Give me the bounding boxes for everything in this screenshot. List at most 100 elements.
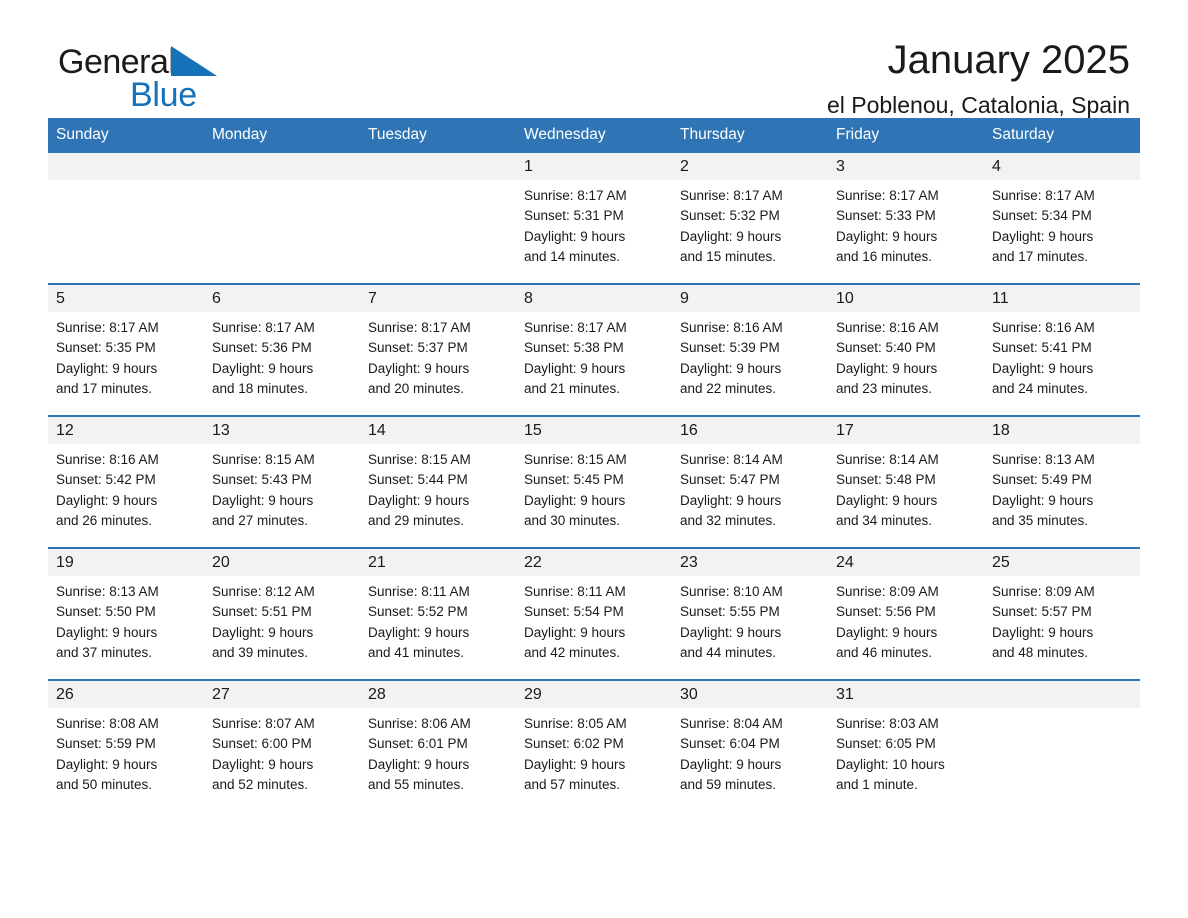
sunrise-text: Sunrise: 8:06 AM xyxy=(368,716,471,731)
day-cell-11[interactable]: 11 Sunrise: 8:16 AM Sunset: 5:41 PM Dayligh… xyxy=(984,283,1140,416)
calendar-week-row: 19 Sunrise: 8:13 AM Sunset: 5:50 PM Dayligh… xyxy=(48,547,1140,680)
sunset-text: Sunset: 5:40 PM xyxy=(836,340,936,356)
day-details: Sunrise: 8:11 AM Sunset: 5:52 PM Daylight:… xyxy=(360,576,516,663)
sunrise-text: Sunrise: 8:10 AM xyxy=(680,584,783,599)
sunset-text: Sunset: 5:57 PM xyxy=(992,604,1092,620)
day-cell-12[interactable]: 12 Sunrise: 8:16 AM Sunset: 5:42 PM Dayligh… xyxy=(48,415,204,548)
day-cell-13[interactable]: 13 Sunrise: 8:15 AM Sunset: 5:43 PM Dayligh… xyxy=(204,415,360,548)
daylight-text-line2: and 27 minutes. xyxy=(212,512,309,528)
day-cell-15[interactable]: 15 Sunrise: 8:15 AM Sunset: 5:45 PM Dayligh… xyxy=(516,415,672,548)
day-details: Sunrise: 8:17 AM Sunset: 5:33 PM Daylight:… xyxy=(828,180,984,267)
daylight-text-line1: Daylight: 9 hours xyxy=(836,228,938,244)
day-cell-26[interactable]: 26 Sunrise: 8:08 AM Sunset: 5:59 PM Dayligh… xyxy=(48,679,204,811)
sunrise-text: Sunrise: 8:03 AM xyxy=(836,716,939,731)
daylight-text-line2: and 50 minutes. xyxy=(56,776,153,792)
daylight-text-line2: and 32 minutes. xyxy=(680,512,777,528)
daylight-text-line1: Daylight: 9 hours xyxy=(680,624,782,640)
day-cell-9[interactable]: 9 Sunrise: 8:16 AM Sunset: 5:39 PM Daylight… xyxy=(672,283,828,416)
day-cell-19[interactable]: 19 Sunrise: 8:13 AM Sunset: 5:50 PM Dayligh… xyxy=(48,547,204,680)
daylight-text-line2: and 20 minutes. xyxy=(368,380,465,396)
day-cell-25[interactable]: 25 Sunrise: 8:09 AM Sunset: 5:57 PM Dayligh… xyxy=(984,547,1140,680)
sunset-text: Sunset: 5:37 PM xyxy=(368,340,468,356)
day-cell-empty xyxy=(48,153,204,284)
daylight-text-line1: Daylight: 9 hours xyxy=(524,228,626,244)
daylight-text-line1: Daylight: 9 hours xyxy=(680,492,782,508)
day-number: 10 xyxy=(828,285,984,312)
day-cell-10[interactable]: 10 Sunrise: 8:16 AM Sunset: 5:40 PM Dayligh… xyxy=(828,283,984,416)
daylight-text-line1: Daylight: 9 hours xyxy=(56,756,158,772)
day-cell-27[interactable]: 27 Sunrise: 8:07 AM Sunset: 6:00 PM Dayligh… xyxy=(204,679,360,811)
day-number: 4 xyxy=(984,153,1140,180)
day-number: 11 xyxy=(984,285,1140,312)
day-details: Sunrise: 8:16 AM Sunset: 5:42 PM Daylight:… xyxy=(48,444,204,531)
day-cell-16[interactable]: 16 Sunrise: 8:14 AM Sunset: 5:47 PM Dayligh… xyxy=(672,415,828,548)
sunrise-text: Sunrise: 8:11 AM xyxy=(368,584,470,599)
day-details: Sunrise: 8:17 AM Sunset: 5:31 PM Daylight:… xyxy=(516,180,672,267)
sunset-text: Sunset: 6:05 PM xyxy=(836,736,936,752)
sunset-text: Sunset: 5:59 PM xyxy=(56,736,156,752)
sunrise-text: Sunrise: 8:15 AM xyxy=(368,452,471,467)
day-cell-empty xyxy=(204,153,360,284)
daylight-text-line1: Daylight: 9 hours xyxy=(992,492,1094,508)
day-cell-4[interactable]: 4 Sunrise: 8:17 AM Sunset: 5:34 PM Daylight… xyxy=(984,153,1140,284)
day-details: Sunrise: 8:16 AM Sunset: 5:40 PM Daylight:… xyxy=(828,312,984,399)
triangle-icon xyxy=(171,46,218,81)
daylight-text-line2: and 59 minutes. xyxy=(680,776,777,792)
daylight-text-line1: Daylight: 9 hours xyxy=(56,492,158,508)
day-cell-empty xyxy=(360,153,516,284)
day-cell-18[interactable]: 18 Sunrise: 8:13 AM Sunset: 5:49 PM Dayligh… xyxy=(984,415,1140,548)
sunset-text: Sunset: 5:44 PM xyxy=(368,472,468,488)
day-cell-17[interactable]: 17 Sunrise: 8:14 AM Sunset: 5:48 PM Dayligh… xyxy=(828,415,984,548)
title-block: January 2025 el Poblenou, Catalonia, Spa… xyxy=(827,36,1130,120)
day-number: 19 xyxy=(48,549,204,576)
sunrise-text: Sunrise: 8:16 AM xyxy=(992,320,1095,335)
sunrise-text: Sunrise: 8:16 AM xyxy=(836,320,939,335)
day-details: Sunrise: 8:03 AM Sunset: 6:05 PM Daylight:… xyxy=(828,708,984,795)
brand-logo[interactable]: General Blue xyxy=(58,42,388,120)
sunset-text: Sunset: 5:48 PM xyxy=(836,472,936,488)
daylight-text-line2: and 29 minutes. xyxy=(368,512,465,528)
daylight-text-line1: Daylight: 9 hours xyxy=(836,492,938,508)
daylight-text-line2: and 17 minutes. xyxy=(992,248,1089,264)
sunset-text: Sunset: 6:02 PM xyxy=(524,736,624,752)
day-cell-20[interactable]: 20 Sunrise: 8:12 AM Sunset: 5:51 PM Dayligh… xyxy=(204,547,360,680)
day-cell-7[interactable]: 7 Sunrise: 8:17 AM Sunset: 5:37 PM Daylight… xyxy=(360,283,516,416)
sunset-text: Sunset: 5:36 PM xyxy=(212,340,312,356)
day-details: Sunrise: 8:15 AM Sunset: 5:45 PM Daylight:… xyxy=(516,444,672,531)
day-cell-2[interactable]: 2 Sunrise: 8:17 AM Sunset: 5:32 PM Daylight… xyxy=(672,153,828,284)
day-cell-22[interactable]: 22 Sunrise: 8:11 AM Sunset: 5:54 PM Dayligh… xyxy=(516,547,672,680)
page-header: General Blue January 2025 el Poblenou, C… xyxy=(48,0,1140,118)
daylight-text-line1: Daylight: 9 hours xyxy=(212,624,314,640)
day-cell-31[interactable]: 31 Sunrise: 8:03 AM Sunset: 6:05 PM Dayligh… xyxy=(828,679,984,811)
day-cell-8[interactable]: 8 Sunrise: 8:17 AM Sunset: 5:38 PM Daylight… xyxy=(516,283,672,416)
day-cell-24[interactable]: 24 Sunrise: 8:09 AM Sunset: 5:56 PM Dayligh… xyxy=(828,547,984,680)
day-cell-30[interactable]: 30 Sunrise: 8:04 AM Sunset: 6:04 PM Dayligh… xyxy=(672,679,828,811)
day-cell-23[interactable]: 23 Sunrise: 8:10 AM Sunset: 5:55 PM Dayligh… xyxy=(672,547,828,680)
daylight-text-line2: and 1 minute. xyxy=(836,776,918,792)
day-number: 5 xyxy=(48,285,204,312)
day-cell-5[interactable]: 5 Sunrise: 8:17 AM Sunset: 5:35 PM Daylight… xyxy=(48,283,204,416)
day-details: Sunrise: 8:13 AM Sunset: 5:49 PM Daylight:… xyxy=(984,444,1140,531)
sunrise-text: Sunrise: 8:17 AM xyxy=(524,188,627,203)
day-number: 17 xyxy=(828,417,984,444)
daylight-text-line2: and 39 minutes. xyxy=(212,644,309,660)
day-number: 21 xyxy=(360,549,516,576)
day-cell-6[interactable]: 6 Sunrise: 8:17 AM Sunset: 5:36 PM Daylight… xyxy=(204,283,360,416)
day-number: 1 xyxy=(516,153,672,180)
day-cell-1[interactable]: 1 Sunrise: 8:17 AM Sunset: 5:31 PM Daylight… xyxy=(516,153,672,284)
daylight-text-line1: Daylight: 9 hours xyxy=(680,756,782,772)
day-number: 23 xyxy=(672,549,828,576)
day-cell-21[interactable]: 21 Sunrise: 8:11 AM Sunset: 5:52 PM Dayligh… xyxy=(360,547,516,680)
day-cell-28[interactable]: 28 Sunrise: 8:06 AM Sunset: 6:01 PM Dayligh… xyxy=(360,679,516,811)
calendar-week-row: 26 Sunrise: 8:08 AM Sunset: 5:59 PM Dayligh… xyxy=(48,679,1140,811)
daylight-text-line1: Daylight: 9 hours xyxy=(524,492,626,508)
sunset-text: Sunset: 5:39 PM xyxy=(680,340,780,356)
day-cell-3[interactable]: 3 Sunrise: 8:17 AM Sunset: 5:33 PM Daylight… xyxy=(828,153,984,284)
day-cell-14[interactable]: 14 Sunrise: 8:15 AM Sunset: 5:44 PM Dayligh… xyxy=(360,415,516,548)
sunset-text: Sunset: 5:31 PM xyxy=(524,208,624,224)
daylight-text-line2: and 46 minutes. xyxy=(836,644,933,660)
daylight-text-line1: Daylight: 9 hours xyxy=(836,624,938,640)
day-cell-29[interactable]: 29 Sunrise: 8:05 AM Sunset: 6:02 PM Dayligh… xyxy=(516,679,672,811)
day-details: Sunrise: 8:15 AM Sunset: 5:44 PM Daylight:… xyxy=(360,444,516,531)
calendar-week-row: 1 Sunrise: 8:17 AM Sunset: 5:31 PM Daylight… xyxy=(48,153,1140,284)
